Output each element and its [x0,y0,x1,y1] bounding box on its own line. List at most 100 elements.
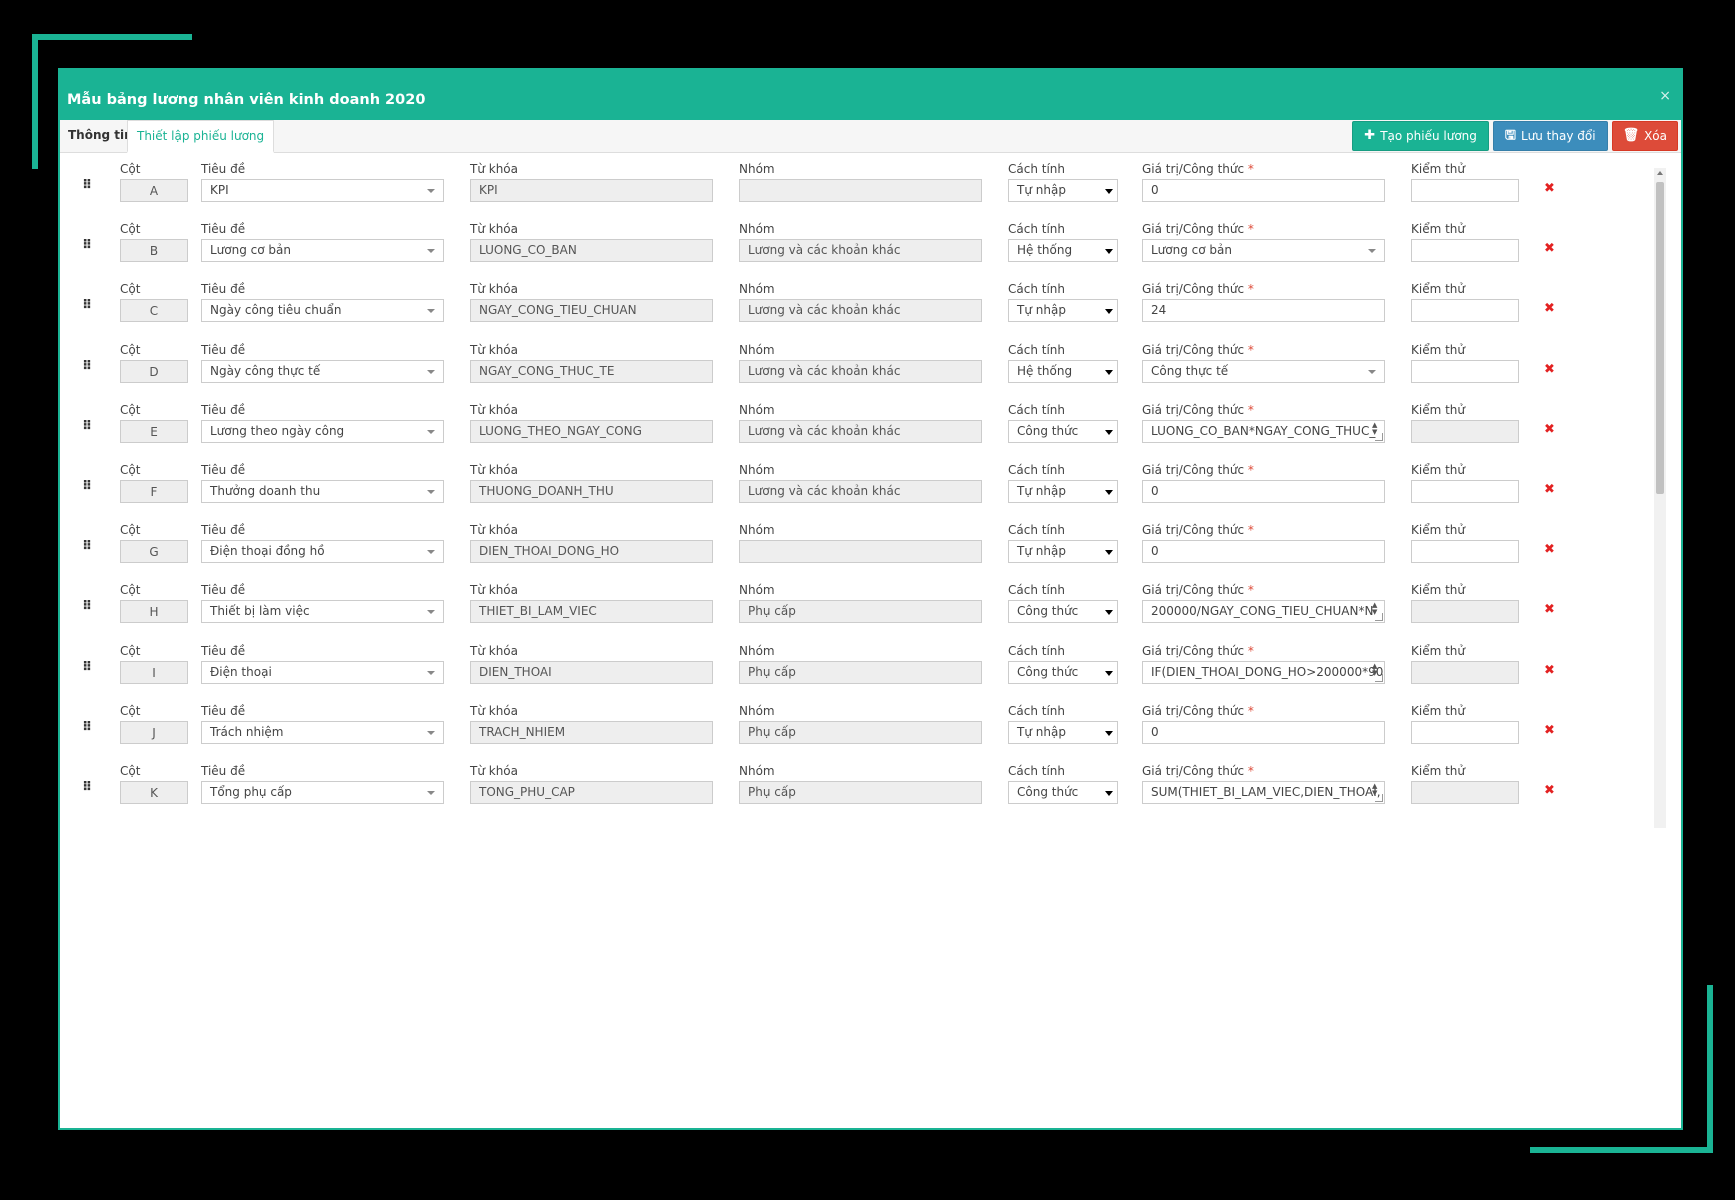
calc-method-select[interactable]: Hệ thống [1008,239,1118,263]
title-select[interactable]: Ngày công tiêu chuẩn [201,299,444,323]
test-input[interactable] [1411,419,1519,443]
drag-handle-icon[interactable]: ⠿ [82,179,92,192]
resize-handle-icon[interactable] [1375,432,1383,441]
scrollbar-thumb[interactable] [1656,182,1664,494]
calc-method-select[interactable]: Hệ thống [1008,359,1118,383]
drag-handle-icon[interactable]: ⠿ [82,781,92,794]
calc-text: Tự nhập [1017,303,1066,318]
scroll-up-icon[interactable] [1657,171,1663,175]
calc-label: Cách tính [1008,523,1065,538]
test-input[interactable] [1411,720,1519,744]
delete-row-icon[interactable]: ✖ [1544,663,1555,678]
calc-method-select[interactable]: Công thức [1008,600,1118,624]
delete-row-icon[interactable]: ✖ [1544,542,1555,557]
chevron-down-icon [1105,550,1113,556]
value-label-text: Giá trị/Công thức [1142,282,1245,297]
drag-handle-icon[interactable]: ⠿ [82,721,92,734]
delete-row-icon[interactable]: ✖ [1544,301,1555,316]
drag-handle-icon[interactable]: ⠿ [82,239,92,252]
calc-label: Cách tính [1008,282,1065,297]
delete-row-icon[interactable]: ✖ [1544,482,1555,497]
test-input[interactable] [1411,179,1519,202]
calc-method-select[interactable]: Tự nhập [1008,479,1118,503]
chevron-down-icon [427,610,435,615]
drag-handle-icon[interactable]: ⠿ [82,661,92,674]
test-input[interactable] [1411,479,1519,503]
title-select[interactable]: Điện thoại [201,660,444,684]
scrollbar[interactable] [1654,168,1666,828]
value-input[interactable]: 24 [1142,299,1385,323]
value-input[interactable]: 0 [1142,540,1385,564]
title-label: Tiêu đề [201,462,246,477]
resize-handle-icon[interactable] [1375,613,1383,622]
value-label: Giá trị/Công thức * [1142,403,1385,417]
title-select[interactable]: Lương theo ngày công [201,419,444,443]
calc-method-select[interactable]: Tự nhập [1008,299,1118,323]
test-input[interactable] [1411,780,1519,804]
calc-method-select[interactable]: Tự nhập [1008,720,1118,744]
delete-row-icon[interactable]: ✖ [1544,422,1555,437]
drag-handle-icon[interactable]: ⠿ [82,600,92,613]
formula-textarea[interactable]: SUM(THIET_BI_LAM_VIEC,DIEN_THOAI, ▲ ▼ [1142,780,1385,804]
save-changes-button[interactable]: 🖫 Lưu thay đổi [1492,121,1608,151]
column-row: ⠿ Cột Tiêu đề Từ khóa Nhóm Cách tính Giá… [60,634,1681,694]
group-label: Nhóm [739,703,775,718]
title-select[interactable]: Thưởng doanh thu [201,479,444,503]
calc-method-select[interactable]: Tự nhập [1008,179,1118,202]
calc-label: Cách tính [1008,402,1065,417]
create-payslip-button[interactable]: ✚ Tạo phiếu lương [1352,121,1489,151]
test-input[interactable] [1411,540,1519,564]
delete-row-icon[interactable]: ✖ [1544,362,1555,377]
chevron-down-icon [427,730,435,735]
calc-method-select[interactable]: Công thức [1008,419,1118,443]
test-input[interactable] [1411,359,1519,383]
dialog-title: Mẫu bảng lương nhân viên kinh doanh 2020 [67,92,426,108]
test-input[interactable] [1411,600,1519,624]
calc-method-select[interactable]: Tự nhập [1008,540,1118,564]
delete-row-icon[interactable]: ✖ [1544,241,1555,256]
title-select[interactable]: Lương cơ bản [201,239,444,263]
delete-button[interactable]: 🗑 Xóa [1611,121,1678,151]
test-input[interactable] [1411,299,1519,323]
col-label: Cột [120,162,141,176]
title-select[interactable]: Tổng phụ cấp [201,780,444,804]
drag-handle-icon[interactable]: ⠿ [82,480,92,493]
title-select[interactable]: KPI [201,179,444,202]
title-select[interactable]: Ngày công thực tế [201,359,444,383]
key-label: Từ khóa [470,583,518,598]
drag-handle-icon[interactable]: ⠿ [82,540,92,553]
test-input[interactable] [1411,239,1519,263]
value-input[interactable]: 0 [1142,179,1385,202]
column-letter: H [120,600,188,624]
drag-handle-icon[interactable]: ⠿ [82,299,92,312]
value-input[interactable]: 0 [1142,720,1385,744]
formula-textarea[interactable]: LUONG_CO_BAN*NGAY_CONG_THUC_ ▲ ▼ [1142,419,1385,443]
delete-row-icon[interactable]: ✖ [1544,723,1555,738]
drag-handle-icon[interactable]: ⠿ [82,360,92,373]
formula-textarea[interactable]: IF(DIEN_THOAI_DONG_HO>200000*90 ▲ ▼ [1142,660,1385,684]
title-text: Điện thoại [210,664,272,679]
drag-handle-icon[interactable]: ⠿ [82,420,92,433]
resize-handle-icon[interactable] [1375,673,1383,682]
value-select[interactable]: Công thực tế [1142,359,1385,383]
col-label: Cột [120,583,141,598]
value-select[interactable]: Lương cơ bản [1142,239,1385,263]
close-icon[interactable]: × [1659,88,1671,104]
title-select[interactable]: Trách nhiệm [201,720,444,744]
key-label: Từ khóa [470,643,518,658]
group-field [739,540,982,564]
formula-textarea[interactable]: 200000/NGAY_CONG_TIEU_CHUAN*N ▲ ▼ [1142,600,1385,624]
calc-method-select[interactable]: Công thức [1008,780,1118,804]
delete-row-icon[interactable]: ✖ [1544,602,1555,617]
delete-row-icon[interactable]: ✖ [1544,181,1555,196]
calc-method-select[interactable]: Công thức [1008,660,1118,684]
delete-row-icon[interactable]: ✖ [1544,783,1555,798]
test-input[interactable] [1411,660,1519,684]
value-label: Giá trị/Công thức * [1142,222,1385,236]
value-label: Giá trị/Công thức * [1142,343,1385,357]
title-select[interactable]: Thiết bị làm việc [201,600,444,624]
value-input[interactable]: 0 [1142,479,1385,503]
tab-payslip-setup[interactable]: Thiết lập phiếu lương [127,120,275,153]
resize-handle-icon[interactable] [1375,793,1383,802]
title-select[interactable]: Điện thoại đồng hồ [201,540,444,564]
